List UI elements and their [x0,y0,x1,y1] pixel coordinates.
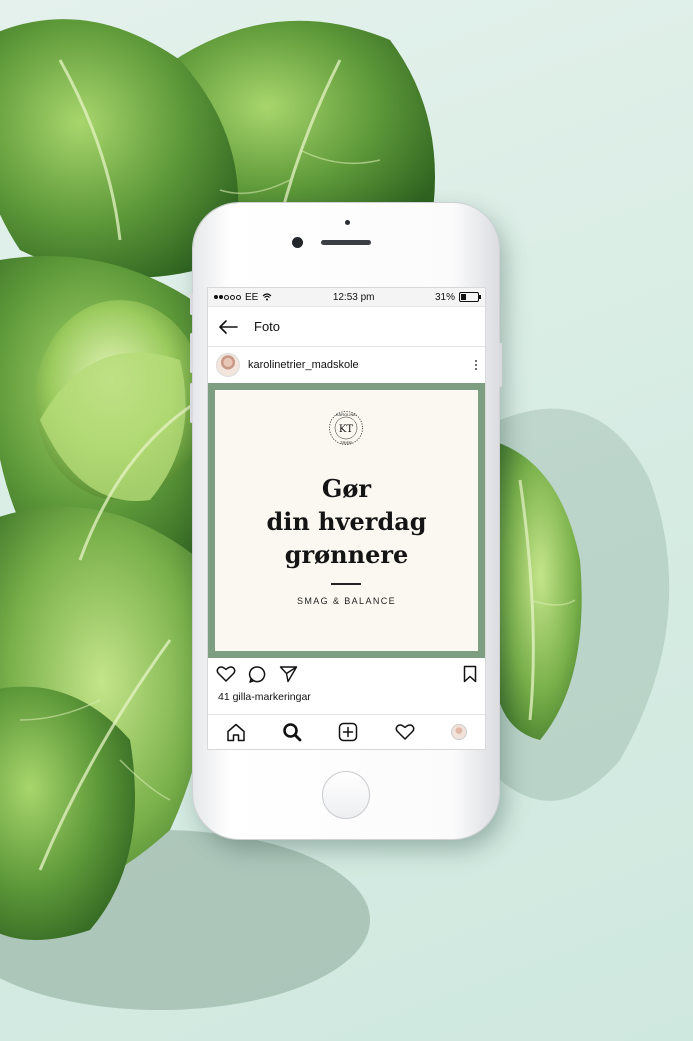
power-button [499,343,502,387]
home-icon[interactable] [226,723,246,742]
post-headline: Gør din hverdag grønnere [215,472,478,571]
volume-down-button [190,383,193,423]
signal-dots-icon [214,294,241,300]
nav-bar: Foto [208,307,485,347]
headline-line-1: Gør [321,474,372,503]
logo-initials: KT [339,424,353,435]
username-link[interactable]: karolinetrier_madskole [248,359,359,371]
headline-line-3: grønnere [284,540,409,569]
arrow-left-icon[interactable] [218,319,238,334]
carrier-label: EE [245,291,259,303]
comment-icon[interactable] [248,665,267,684]
search-icon[interactable] [282,722,302,742]
post-header: karolinetrier_madskole [208,347,485,383]
battery-percent: 31% [434,291,455,303]
bookmark-icon[interactable] [463,665,477,683]
background-scene: EE 12:53 pm 31% Foto karolinetrier_madsk… [0,0,693,1041]
send-icon[interactable] [279,665,298,683]
clock: 12:53 pm [332,291,375,303]
status-bar: EE 12:53 pm 31% [208,288,485,307]
logo-ring-bottom: TRIER [340,440,352,445]
page-title: Foto [254,319,281,334]
proximity-sensor [345,220,350,225]
phone-screen: EE 12:53 pm 31% Foto karolinetrier_madsk… [207,287,486,750]
volume-up-button [190,333,193,373]
post-image[interactable]: KT KAROLINE TRIER Gør din hverdag grønne… [208,383,485,658]
tagline: SMAG & BALANCE [296,596,397,606]
post-card: KT KAROLINE TRIER Gør din hverdag grønne… [215,390,478,651]
earpiece-speaker [321,240,371,245]
heart-icon[interactable] [216,665,236,683]
divider [331,583,361,585]
battery-icon [459,292,481,302]
brand-logo: KT KAROLINE TRIER [329,411,363,445]
wifi-icon [262,293,272,301]
likes-count[interactable]: 41 gilla-markeringar [208,690,485,704]
activity-heart-icon[interactable] [395,723,415,741]
avatar[interactable] [216,353,240,377]
headline-line-2: din hverdag [266,507,427,536]
home-button[interactable] [322,771,370,819]
logo-ring-top: KAROLINE [336,412,357,417]
add-post-icon[interactable] [338,722,358,742]
phone-device: EE 12:53 pm 31% Foto karolinetrier_madsk… [190,203,502,839]
action-bar [208,658,485,690]
mute-switch [190,293,193,315]
profile-avatar[interactable] [450,724,467,740]
tab-bar [208,714,485,749]
vertical-dots-icon[interactable] [475,360,477,370]
front-camera [292,237,303,248]
